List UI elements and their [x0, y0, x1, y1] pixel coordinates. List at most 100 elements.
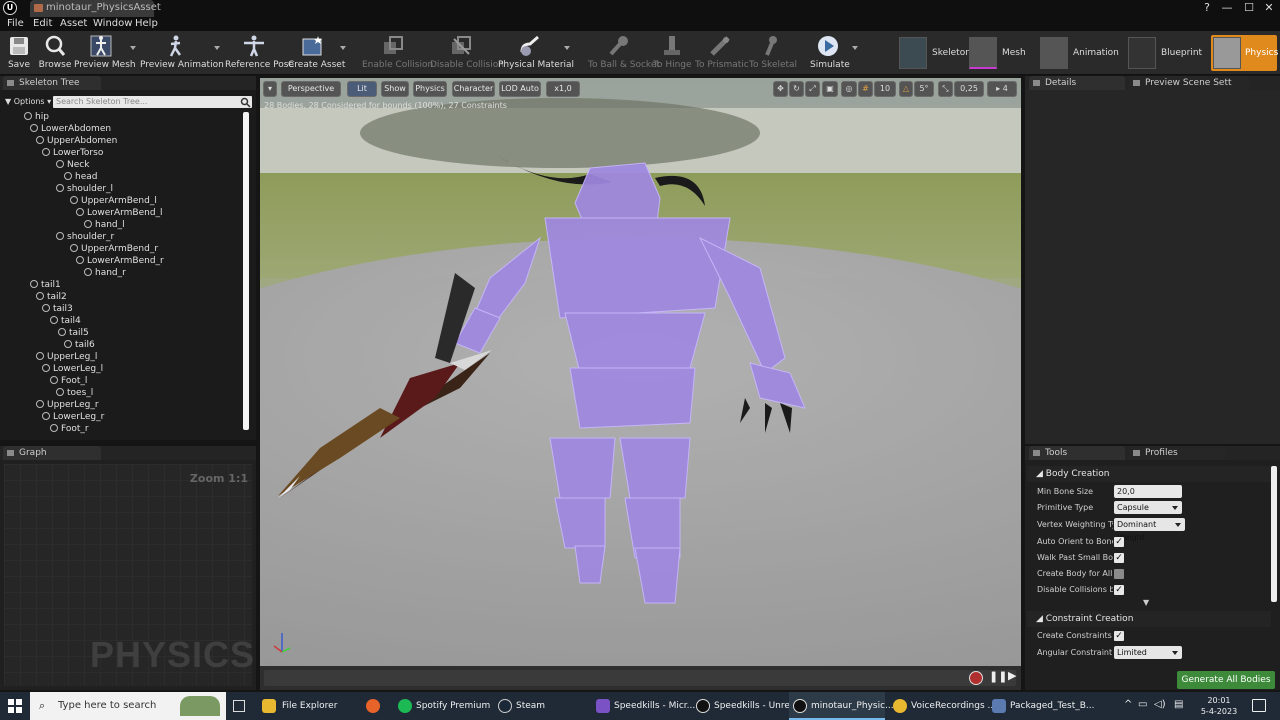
pause-icon[interactable]: ❚❚ — [989, 670, 1007, 683]
primitive-type-select[interactable]: Capsule — [1114, 501, 1182, 514]
details-tab[interactable]: Details — [1029, 76, 1125, 90]
menu-edit[interactable]: Edit — [33, 17, 52, 31]
minimize-button[interactable]: — — [1216, 0, 1238, 17]
taskbar-clock[interactable]: 20:01 5-4-2023 — [1196, 695, 1242, 717]
tools-tab[interactable]: Tools — [1029, 446, 1125, 460]
surface-snap-icon[interactable]: ▣ — [822, 81, 838, 97]
playback-speed-button[interactable]: x1,0 — [546, 81, 580, 97]
disable-collisions-checkbox[interactable]: ✓ — [1114, 585, 1124, 595]
walk-past-checkbox[interactable]: ✓ — [1114, 553, 1124, 563]
menu-asset[interactable]: Asset — [60, 17, 87, 31]
bone-row[interactable]: LowerAbdomen — [30, 123, 111, 135]
taskbar-unreal-speedkills[interactable]: Speedkills - Unre... — [692, 692, 799, 720]
preview-mesh-dropdown-icon[interactable] — [130, 46, 136, 50]
angle-snap-icon[interactable]: △ — [899, 81, 913, 97]
translate-icon[interactable]: ✥ — [773, 81, 788, 97]
preview-animation-dropdown-icon[interactable] — [214, 46, 220, 50]
bone-row[interactable]: UpperLeg_l — [36, 351, 97, 363]
preview-mesh-button[interactable]: Preview Mesh — [74, 31, 136, 75]
bone-row[interactable]: UpperLeg_r — [36, 399, 99, 411]
preview-scene-settings-tab[interactable]: Preview Scene Sett — [1129, 76, 1249, 90]
mode-skeleton[interactable]: Skeleton — [899, 35, 971, 71]
show-button[interactable]: Show — [381, 81, 409, 97]
angular-constraint-select[interactable]: Limited — [1114, 646, 1182, 659]
create-asset-dropdown-icon[interactable] — [340, 46, 346, 50]
menu-help[interactable]: Help — [135, 17, 158, 31]
scale-icon[interactable]: ⤢ — [805, 81, 820, 97]
mode-physics[interactable]: Physics — [1211, 35, 1278, 71]
create-constraints-checkbox[interactable]: ✓ — [1114, 631, 1124, 641]
to-hinge-button[interactable]: To Hinge — [653, 31, 692, 75]
enable-collision-button[interactable]: Enable Collision — [362, 31, 433, 75]
preview-animation-button[interactable]: Preview Animation — [140, 31, 224, 75]
scale-snap-icon[interactable]: ⤡ — [938, 81, 953, 97]
windows-start-icon[interactable] — [8, 699, 22, 713]
disable-collision-button[interactable]: Disable Collision — [430, 31, 504, 75]
lit-button[interactable]: Lit — [347, 81, 377, 97]
constraint-creation-header[interactable]: ◢ Constraint Creation — [1027, 611, 1271, 627]
grid-snap-value[interactable]: 10 — [874, 81, 896, 97]
maximize-button[interactable]: ☐ — [1238, 0, 1260, 17]
to-ball-socket-button[interactable]: To Ball & Socket — [588, 31, 660, 75]
bone-row[interactable]: tail5 — [58, 327, 89, 339]
skeleton-tree-tab[interactable]: Skeleton Tree — [3, 76, 101, 90]
close-button[interactable]: ✕ — [1258, 0, 1280, 17]
language-icon[interactable]: ▤ — [1174, 699, 1183, 710]
physical-material-button[interactable]: Physical Material — [498, 31, 574, 75]
angle-snap-value[interactable]: 5° — [914, 81, 934, 97]
reference-pose-button[interactable]: Reference Pose — [225, 31, 294, 75]
to-skeletal-button[interactable]: To Skeletal — [749, 31, 797, 75]
physical-material-dropdown-icon[interactable] — [564, 46, 570, 50]
rotate-icon[interactable]: ↻ — [789, 81, 804, 97]
taskbar-steam[interactable]: Steam — [494, 692, 584, 720]
taskbar-search-box[interactable]: ⌕ Type here to search — [30, 692, 226, 720]
unreal-logo-icon[interactable]: U — [3, 1, 17, 15]
bone-row[interactable]: shoulder_l — [56, 183, 113, 195]
skeleton-search-input[interactable]: Search Skeleton Tree... — [53, 96, 252, 108]
tools-scrollbar[interactable] — [1271, 466, 1277, 602]
bone-row[interactable]: Foot_r — [50, 423, 89, 435]
bone-row[interactable]: LowerArmBend_r — [76, 255, 164, 267]
bone-row[interactable]: tail6 — [64, 339, 95, 351]
bone-row[interactable]: UpperArmBend_r — [70, 243, 158, 255]
taskbar-firefox[interactable] — [362, 692, 386, 720]
perspective-button[interactable]: Perspective — [281, 81, 341, 97]
physics-menu-button[interactable]: Physics — [413, 81, 447, 97]
auto-orient-checkbox[interactable]: ✓ — [1114, 537, 1124, 547]
taskbar-packaged-test[interactable]: Packaged_Test_B... — [988, 692, 1095, 720]
generate-all-bodies-button[interactable]: Generate All Bodies — [1177, 671, 1275, 689]
browse-button[interactable]: Browse — [38, 31, 72, 75]
body-creation-header[interactable]: ◢ Body Creation — [1027, 466, 1271, 482]
bone-row[interactable]: UpperArmBend_l — [70, 195, 157, 207]
bone-row[interactable]: LowerArmBend_l — [76, 207, 163, 219]
bone-row[interactable]: tail1 — [30, 279, 61, 291]
create-asset-button[interactable]: Create Asset — [288, 31, 346, 75]
menu-file[interactable]: File — [7, 17, 24, 31]
volume-icon[interactable]: ◁) — [1154, 699, 1166, 710]
task-view-icon[interactable] — [233, 700, 245, 712]
mode-blueprint[interactable]: Blueprint — [1128, 35, 1202, 71]
expand-advanced-icon[interactable]: ▼ — [1143, 598, 1149, 607]
vertex-weighting-select[interactable]: Dominant Weight — [1114, 518, 1185, 542]
bone-row[interactable]: toes_l — [56, 387, 93, 399]
notifications-icon[interactable] — [1252, 699, 1266, 712]
menu-window[interactable]: Window — [93, 17, 132, 31]
taskbar-spotify[interactable]: Spotify Premium — [394, 692, 490, 720]
network-icon[interactable]: ▭ — [1138, 699, 1147, 710]
viewport-menu-button[interactable]: ▾ — [263, 81, 277, 97]
taskbar-file-explorer[interactable]: File Explorer — [262, 692, 352, 720]
scale-snap-value[interactable]: 0,25 — [954, 81, 984, 97]
timeline-track[interactable] — [264, 670, 1016, 686]
viewport[interactable] — [260, 78, 1021, 666]
simulate-dropdown-icon[interactable] — [852, 46, 858, 50]
bone-row[interactable]: tail4 — [50, 315, 81, 327]
bone-row[interactable]: Foot_l — [50, 375, 87, 387]
create-body-all-checkbox[interactable] — [1114, 569, 1124, 579]
bone-row[interactable]: hand_l — [84, 219, 125, 231]
help-icon[interactable]: ? — [1196, 0, 1218, 17]
bone-row[interactable]: shoulder_r — [56, 231, 114, 243]
graph-tab[interactable]: Graph — [3, 446, 101, 460]
bone-row[interactable]: LowerLeg_l — [42, 363, 103, 375]
taskbar-visual-studio[interactable]: Speedkills - Micr... — [592, 692, 695, 720]
character-menu-button[interactable]: Character — [452, 81, 495, 97]
